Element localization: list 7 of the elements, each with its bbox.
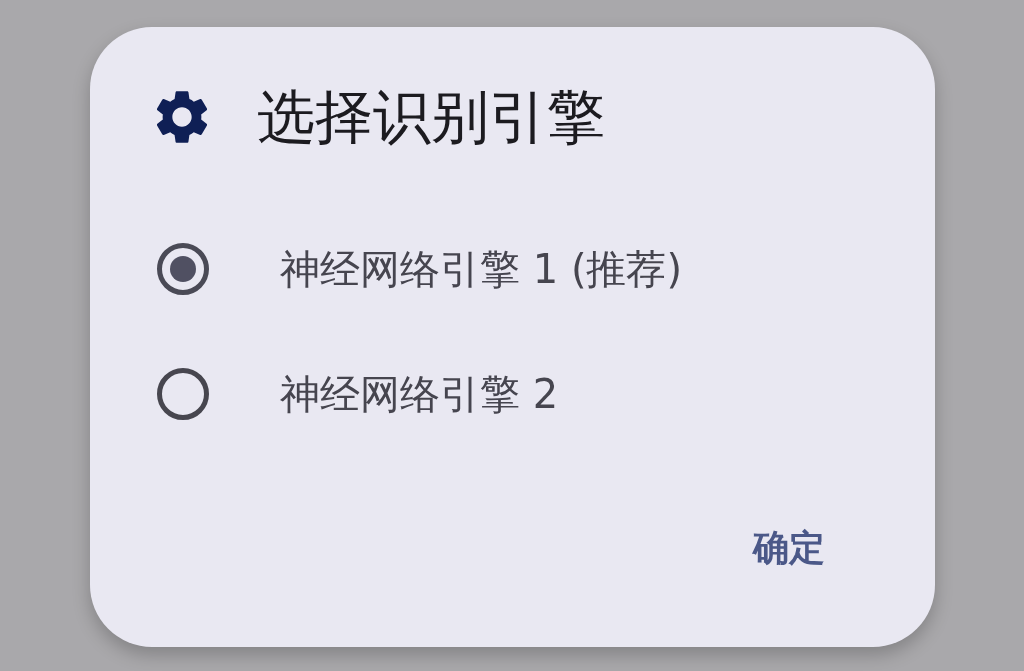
option-label: 神经网络引擎 1 (推荐): [280, 245, 683, 294]
option-label: 神经网络引擎 2: [280, 370, 559, 419]
confirm-button[interactable]: 确定: [737, 514, 841, 582]
settings-icon: [157, 90, 207, 144]
radio-button[interactable]: [157, 368, 209, 420]
radio-button[interactable]: [157, 243, 209, 295]
dialog-title: 选择识别引擎: [257, 84, 605, 150]
